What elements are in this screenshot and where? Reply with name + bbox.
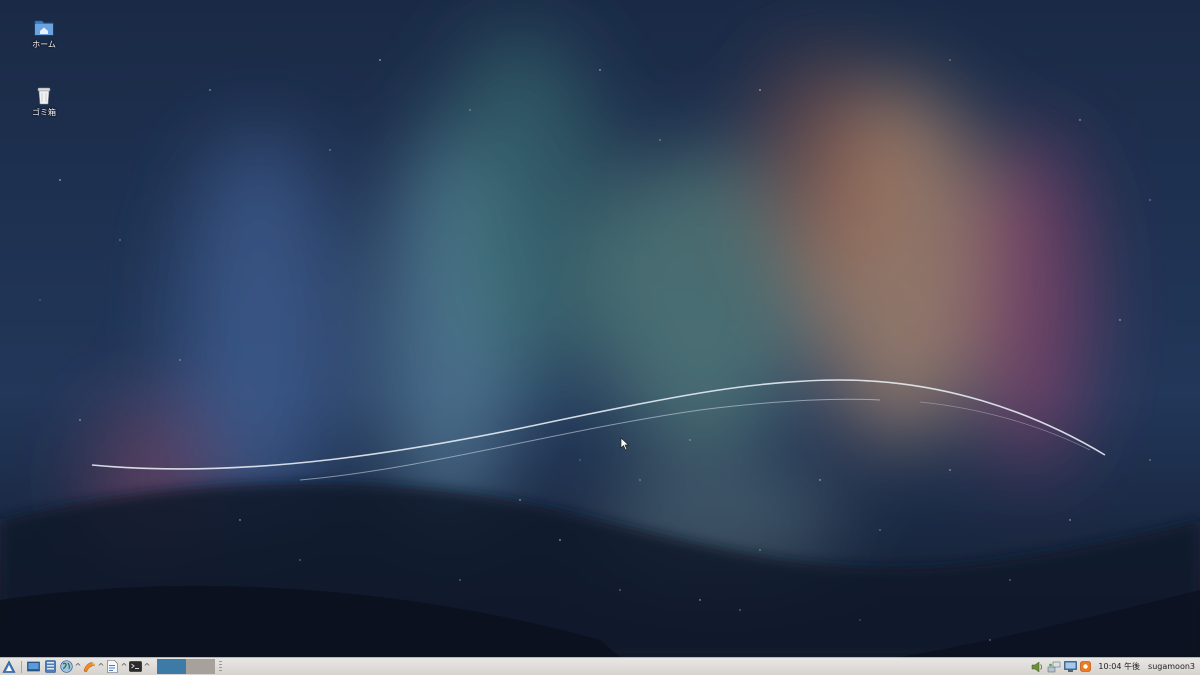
workspace-1[interactable] (157, 659, 186, 674)
mail-client-button[interactable] (82, 659, 97, 675)
workspace-2[interactable] (186, 659, 215, 674)
document-icon (107, 660, 118, 673)
user-name[interactable]: sugamoon3 (1148, 662, 1195, 671)
panel-resize-handle[interactable] (219, 660, 222, 673)
display-icon (1064, 660, 1077, 672)
volume-icon (1031, 661, 1042, 672)
desktop-wallpaper (0, 0, 1200, 657)
launcher-expand-caret[interactable]: ^ (74, 659, 82, 675)
globe-icon (60, 660, 73, 673)
desktop-icon-label: ホーム (32, 40, 56, 49)
launcher-expand-caret[interactable]: ^ (143, 659, 151, 675)
display-button[interactable] (1062, 659, 1078, 675)
mail-icon (83, 661, 96, 672)
trash-icon (33, 84, 55, 106)
terminal-icon (129, 661, 142, 672)
file-manager-icon (45, 660, 56, 673)
workspace-pager (157, 659, 215, 674)
separator (21, 660, 22, 673)
app-menu-button[interactable] (0, 659, 18, 675)
update-notifier-button[interactable] (1078, 659, 1092, 675)
web-browser-button[interactable] (59, 659, 74, 675)
clock[interactable]: 10:04 午後 (1098, 661, 1140, 672)
terminal-button[interactable] (128, 659, 143, 675)
file-manager-button[interactable] (42, 659, 59, 675)
network-button[interactable] (1045, 659, 1062, 675)
taskbar: ^ ^ ^ ^ 10:04 午後 sugamoon3 (0, 657, 1200, 675)
launcher-expand-caret[interactable]: ^ (120, 659, 128, 675)
show-desktop-button[interactable] (25, 659, 42, 675)
desktop-icon (27, 661, 40, 671)
app-menu-icon (2, 659, 16, 673)
desktop-icon-trash[interactable]: ゴミ箱 (14, 84, 74, 118)
home-folder-icon (33, 16, 55, 38)
text-editor-button[interactable] (105, 659, 120, 675)
desktop-icon-label: ゴミ箱 (32, 108, 56, 117)
update-notifier-icon (1080, 661, 1091, 672)
desktop-icon-home[interactable]: ホーム (14, 16, 74, 50)
mouse-pointer-icon (620, 436, 630, 451)
launcher-expand-caret[interactable]: ^ (97, 659, 105, 675)
network-icon (1047, 661, 1061, 672)
volume-button[interactable] (1029, 659, 1045, 675)
